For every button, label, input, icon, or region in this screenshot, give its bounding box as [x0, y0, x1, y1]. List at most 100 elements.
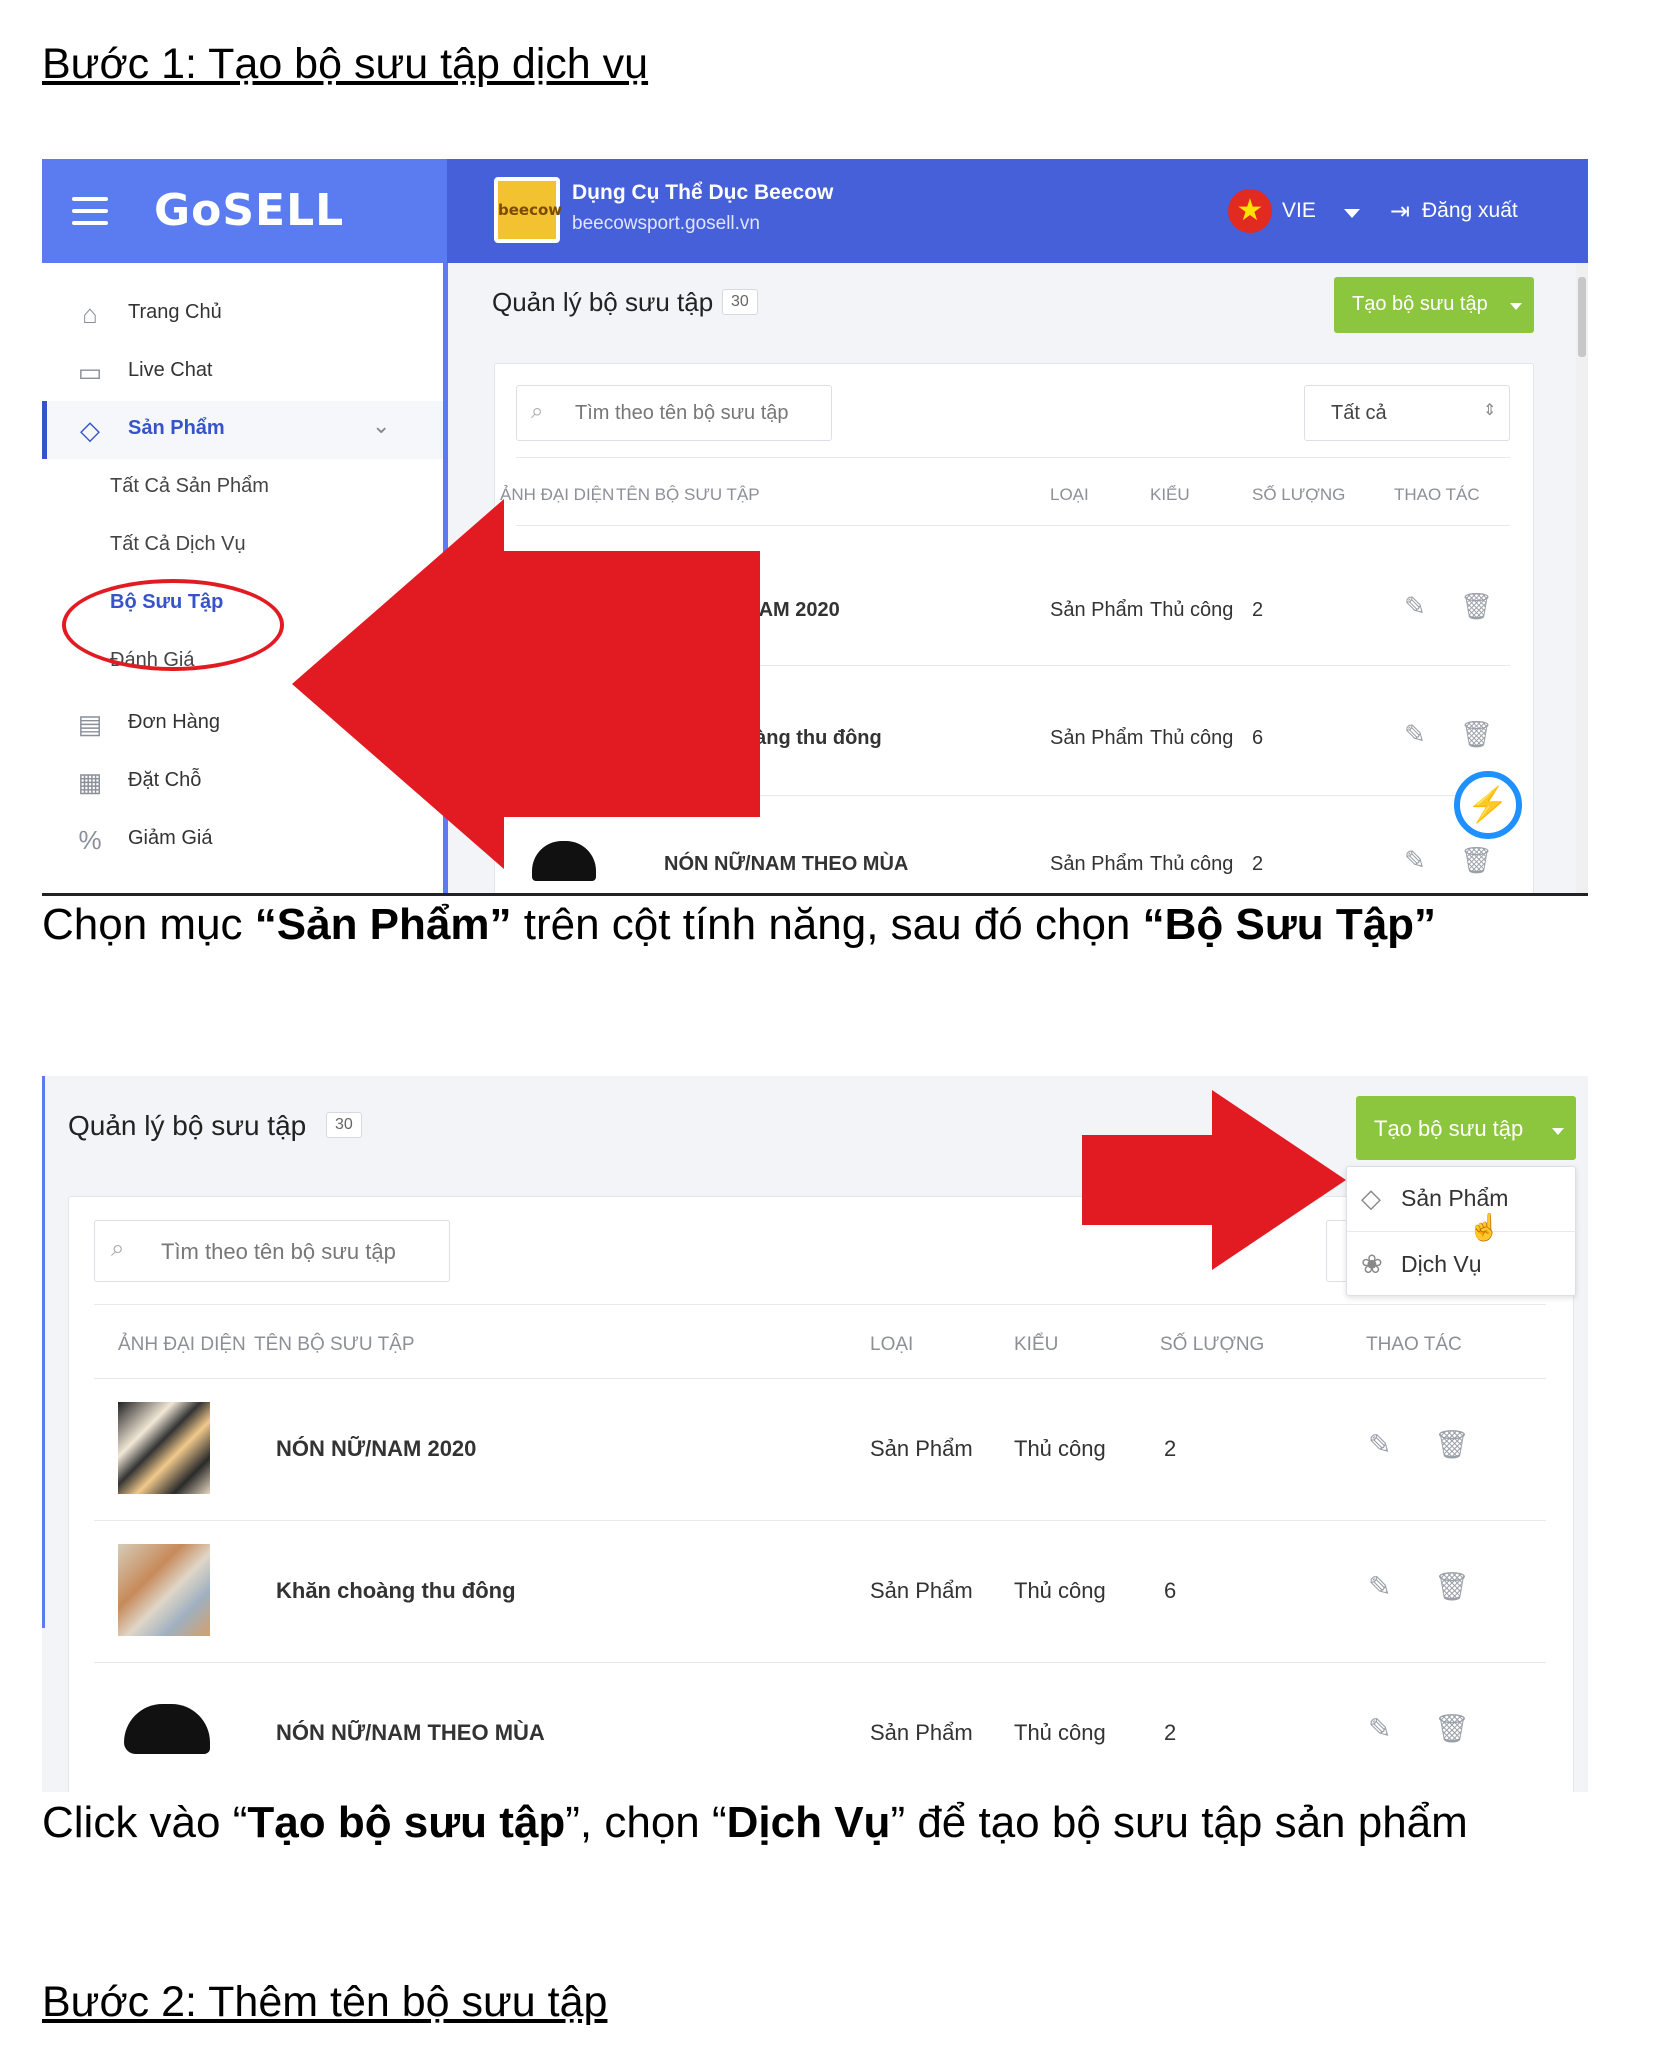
divider: [94, 1662, 1546, 1663]
logout-button[interactable]: Đăng xuất: [1422, 199, 1518, 223]
collection-type: Sản Phẩm: [1050, 599, 1144, 621]
search-icon: ⌕: [111, 1235, 125, 1262]
edit-icon[interactable]: ✎: [1368, 1570, 1391, 1603]
screenshot-2: Quản lý bộ sưu tập 30 Tạo bộ sưu tập ⌕ T…: [42, 1076, 1588, 1792]
collection-qty: 6: [1252, 727, 1264, 749]
trash-icon[interactable]: 🗑: [1434, 1570, 1470, 1603]
step-1b-caption: Click vào “Tạo bộ sưu tập”, chọn “Dịch V…: [42, 1798, 1468, 1847]
column-header: THAO TÁC: [1394, 485, 1480, 504]
page-title: Quản lý bộ sưu tập: [492, 287, 714, 317]
chevron-down-icon: ⌄: [372, 413, 391, 438]
collection-qty: 6: [1164, 1578, 1177, 1603]
screenshot-border: [42, 893, 1588, 896]
collection-name[interactable]: NÓN NỮ/NAM THEO MÙA: [276, 1720, 545, 1746]
sidebar-sub-all-services[interactable]: Tất Cả Dịch Vụ: [110, 533, 246, 556]
sidebar-edge: [42, 1076, 45, 1628]
collection-qty: 2: [1252, 853, 1264, 875]
trash-icon[interactable]: 🗑: [1460, 719, 1493, 750]
screenshot-1: GoSELL beecow Dụng Cụ Thể Dục Beecow bee…: [42, 159, 1588, 895]
collection-kind: Thủ công: [1150, 727, 1234, 749]
chevron-down-icon[interactable]: [1344, 209, 1360, 218]
store-logo: beecow: [494, 177, 562, 243]
store-name: Dụng Cụ Thể Dục Beecow: [572, 181, 834, 204]
trash-icon[interactable]: 🗑: [1460, 845, 1493, 876]
count-badge: 30: [326, 1112, 362, 1138]
collection-qty: 2: [1252, 599, 1264, 621]
collection-type: Sản Phẩm: [870, 1578, 973, 1603]
edit-icon[interactable]: ✎: [1368, 1712, 1391, 1745]
divider: [94, 1304, 1546, 1305]
collection-kind: Thủ công: [1014, 1720, 1106, 1745]
scrollbar-thumb[interactable]: [1578, 277, 1586, 357]
trash-icon[interactable]: 🗑: [1460, 591, 1493, 622]
edit-icon[interactable]: ✎: [1404, 591, 1426, 622]
column-header: TÊN BỘ SƯU TẬP: [254, 1334, 415, 1355]
vietnam-flag-icon[interactable]: ★: [1228, 189, 1272, 233]
calendar-icon: ▦: [77, 767, 103, 797]
page-title: Quản lý bộ sưu tập: [68, 1110, 307, 1141]
step-1-heading: Bước 1: Tạo bộ sưu tập dịch vụ: [42, 40, 649, 88]
topbar: [447, 159, 1588, 263]
logout-icon[interactable]: ⇥: [1390, 197, 1410, 226]
collection-thumbnail: [118, 1402, 210, 1494]
search-input[interactable]: ⌕ Tìm theo tên bộ sưu tập: [516, 385, 832, 441]
divider: [1347, 1231, 1577, 1232]
chat-icon: ▭: [77, 357, 103, 387]
document-icon: ▤: [77, 709, 103, 739]
gosell-logo: GoSELL: [154, 185, 345, 236]
collection-name[interactable]: Khăn choàng thu đông: [276, 1578, 516, 1604]
red-arrow-left-icon: [292, 499, 760, 869]
scrollbar[interactable]: [1576, 263, 1588, 895]
tag-icon: ◇: [80, 415, 100, 445]
hamburger-menu-icon[interactable]: [72, 197, 108, 233]
step-2-heading: Bước 2: Thêm tên bộ sưu tập: [42, 1978, 608, 2026]
edit-icon[interactable]: ✎: [1368, 1428, 1391, 1461]
filter-select[interactable]: Tất cả ⇕: [1304, 385, 1510, 441]
collection-kind: Thủ công: [1014, 1578, 1106, 1603]
divider: [94, 1378, 1546, 1379]
divider: [516, 457, 1510, 458]
edit-icon[interactable]: ✎: [1404, 719, 1426, 750]
count-badge: 30: [722, 289, 758, 315]
sidebar-item-products[interactable]: ◇ Sản Phẩm ⌄: [42, 401, 443, 459]
column-header: KIỂU: [1150, 485, 1190, 504]
collection-kind: Thủ công: [1014, 1436, 1106, 1461]
flower-icon: ❀: [1361, 1249, 1383, 1279]
create-collection-dropdown: ◇ Sản Phẩm ❀ Dịch Vụ: [1346, 1166, 1577, 1297]
column-header: SỐ LƯỢNG: [1160, 1334, 1265, 1355]
caret-down-icon: [1552, 1128, 1564, 1135]
store-url: beecowsport.gosell.vn: [572, 213, 760, 234]
red-arrow-right-icon: [1082, 1090, 1346, 1270]
sidebar-sub-all-products[interactable]: Tất Cả Sản Phẩm: [110, 475, 269, 498]
home-icon: ⌂: [82, 299, 98, 329]
trash-icon[interactable]: 🗑: [1434, 1712, 1470, 1745]
sidebar-item-live-chat[interactable]: ▭ Live Chat: [42, 343, 443, 401]
edit-icon[interactable]: ✎: [1404, 845, 1426, 876]
search-icon: ⌕: [531, 398, 544, 423]
dropdown-item-services[interactable]: ❀ Dịch Vụ: [1347, 1233, 1577, 1297]
collection-thumbnail: [118, 1544, 210, 1636]
column-header: THAO TÁC: [1366, 1334, 1462, 1355]
collection-qty: 2: [1164, 1436, 1177, 1461]
column-header: ẢNH ĐẠI DIỆN: [118, 1334, 246, 1355]
create-collection-button[interactable]: Tạo bộ sưu tập: [1334, 277, 1534, 333]
divider: [94, 1520, 1546, 1521]
language-selector[interactable]: VIE: [1282, 199, 1316, 223]
collection-type: Sản Phẩm: [1050, 727, 1144, 749]
collection-type: Sản Phẩm: [1050, 853, 1144, 875]
trash-icon[interactable]: 🗑: [1434, 1428, 1470, 1461]
column-header: LOẠI: [870, 1334, 914, 1355]
sort-arrows-icon: ⇕: [1483, 402, 1497, 419]
search-input[interactable]: ⌕ Tìm theo tên bộ sưu tập: [94, 1220, 450, 1282]
active-indicator: [42, 401, 47, 459]
highlight-oval: [62, 579, 284, 671]
hand-cursor-icon: ☝: [1468, 1212, 1501, 1242]
collection-qty: 2: [1164, 1720, 1177, 1745]
collection-name[interactable]: NÓN NỮ/NAM 2020: [276, 1436, 476, 1462]
sidebar-item-home[interactable]: ⌂ Trang Chủ: [42, 285, 443, 343]
column-header: KIỂU: [1014, 1334, 1059, 1355]
messenger-icon[interactable]: ⚡: [1454, 771, 1522, 839]
collection-type: Sản Phẩm: [870, 1720, 973, 1745]
dropdown-item-products[interactable]: ◇ Sản Phẩm: [1347, 1167, 1577, 1231]
create-collection-button[interactable]: Tạo bộ sưu tập: [1356, 1096, 1576, 1160]
